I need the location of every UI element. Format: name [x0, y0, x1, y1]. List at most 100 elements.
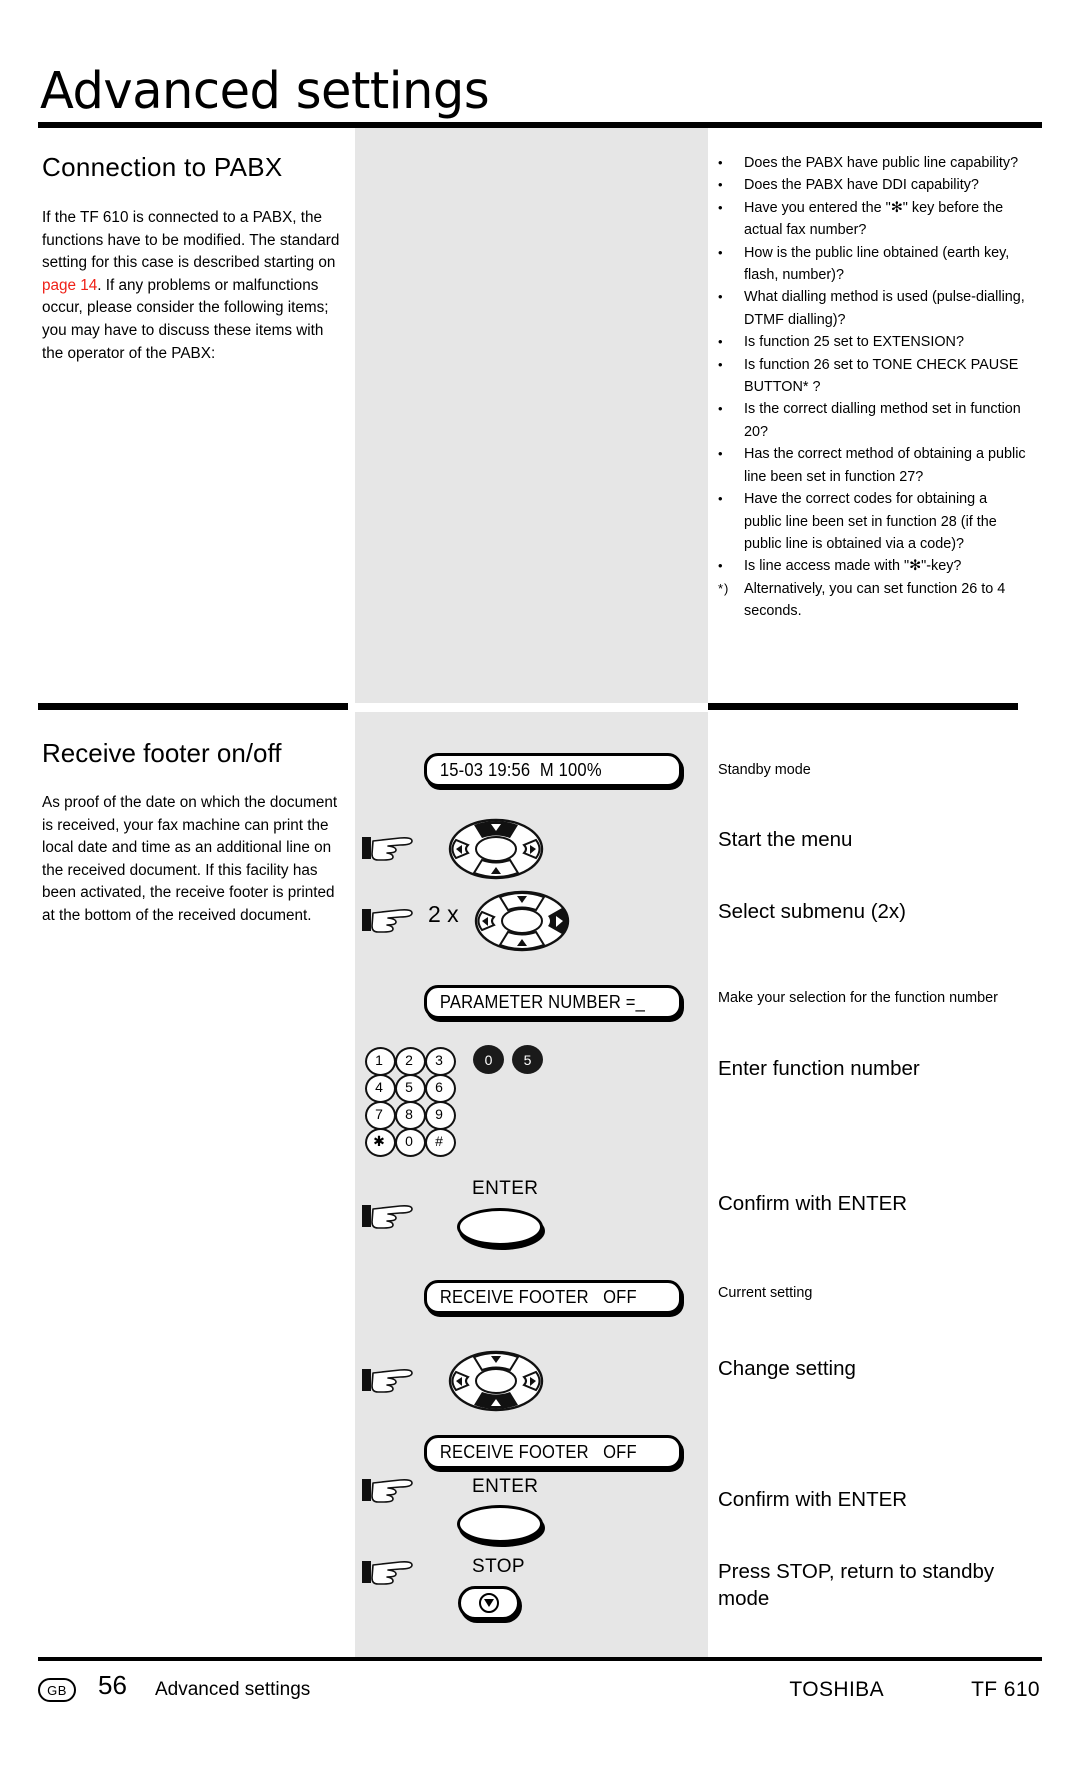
key-label: 3	[435, 1052, 443, 1068]
key-label: 7	[375, 1106, 383, 1122]
keypad-key-0[interactable]: 0	[394, 1127, 426, 1157]
key-label: 0	[405, 1133, 413, 1149]
hand-pointer-icon	[360, 1470, 418, 1510]
keypad-key-star[interactable]: ✱	[364, 1127, 396, 1157]
lcd-text: PARAMETER NUMBER =_	[439, 991, 646, 1012]
lcd-display-receive-footer-new: RECEIVE FOOTER OFF	[424, 1435, 682, 1469]
navigation-cluster-right[interactable]	[474, 890, 570, 952]
list-item: • Have you entered the "✻" key before th…	[718, 197, 1028, 242]
list-item-text: Does the PABX have public line capabilit…	[744, 155, 1019, 171]
brand-name: TOSHIBA	[789, 1678, 884, 1701]
pabx-body-part1: If the TF 610 is connected to a PABX, th…	[42, 209, 340, 272]
step-label-confirm-enter-2: Confirm with ENTER	[718, 1488, 908, 1511]
lcd-display-receive-footer-current: RECEIVE FOOTER OFF	[424, 1280, 682, 1314]
list-item: • Does the PABX have DDI capability?	[718, 174, 1028, 196]
bullet-icon: •	[718, 334, 723, 350]
keypad-highlight-key-0[interactable]: 0	[473, 1045, 504, 1074]
list-item: • Is function 25 set to EXTENSION?	[718, 331, 1028, 353]
keypad-key-5[interactable]: 5	[394, 1073, 426, 1103]
list-item: • Have the correct codes for obtaining a…	[718, 488, 1028, 555]
step-label-enter-function-number: Enter function number	[718, 1057, 920, 1080]
numeric-keypad[interactable]: 1 2 3 4 5 6 7 8 9 ✱ 0 #	[364, 1046, 456, 1157]
keypad-key-2[interactable]: 2	[394, 1046, 426, 1076]
navigation-cluster-down[interactable]	[448, 1350, 544, 1412]
pabx-checklist: • Does the PABX have public line capabil…	[718, 152, 1028, 623]
list-item: • What dialling method is used (pulse-di…	[718, 286, 1028, 331]
bullet-icon: •	[718, 177, 723, 193]
step-label-make-selection: Make your selection for the function num…	[718, 990, 998, 1006]
list-item: • Has the correct method of obtaining a …	[718, 443, 1028, 488]
hand-pointer-icon	[360, 828, 418, 868]
keypad-highlight-key-5[interactable]: 5	[512, 1045, 543, 1074]
navigation-cluster-up[interactable]	[448, 818, 544, 880]
lcd-display-parameter-number: PARAMETER NUMBER =_	[424, 985, 682, 1019]
bullet-icon: •	[718, 446, 723, 462]
page-reference-link[interactable]: page 14	[42, 277, 97, 294]
page-number: 56	[98, 1670, 127, 1700]
step-label-change-setting: Change setting	[718, 1357, 856, 1380]
hand-pointer-icon	[360, 1552, 418, 1592]
lcd-text: RECEIVE FOOTER OFF	[439, 1441, 637, 1462]
step-label-confirm-enter-1: Confirm with ENTER	[718, 1192, 908, 1215]
list-item: • Does the PABX have public line capabil…	[718, 152, 1028, 174]
list-item-text: How is the public line obtained (earth k…	[744, 244, 1010, 284]
keypad-key-hash[interactable]: #	[424, 1127, 456, 1157]
header-rule	[38, 122, 1042, 128]
keypad-key-9[interactable]: 9	[424, 1100, 456, 1130]
bullet-icon: •	[718, 491, 723, 507]
footer-rule	[38, 1657, 1042, 1661]
list-item-text: Is line access made with "✻"-key?	[744, 558, 962, 575]
footnote-marker: *)	[718, 580, 730, 596]
list-item-text: Does the PABX have DDI capability?	[744, 177, 979, 194]
footnote-text: Alternatively, you can set function 26 t…	[744, 580, 1006, 620]
bullet-icon: •	[718, 199, 723, 215]
hand-pointer-icon	[360, 1360, 418, 1400]
key-label: 5	[523, 1051, 532, 1068]
bullet-icon: •	[718, 155, 723, 170]
section-body-receive-footer: As proof of the date on which the docume…	[42, 794, 338, 924]
step-label-start-menu: Start the menu	[718, 828, 853, 851]
list-item: • Is function 26 set to TONE CHECK PAUSE…	[718, 354, 1028, 399]
key-label: 8	[405, 1106, 413, 1122]
enter-button[interactable]	[457, 1505, 543, 1543]
list-item: • How is the public line obtained (earth…	[718, 242, 1028, 287]
model-name: TF 610	[971, 1678, 1040, 1701]
bullet-icon: •	[718, 401, 723, 417]
list-item-text: Is the correct dialling method set in fu…	[744, 401, 1021, 440]
section-heading-receive-footer: Receive footer on/off	[42, 738, 282, 768]
lcd-text: RECEIVE FOOTER OFF	[439, 1286, 637, 1307]
list-item-text: Have the correct codes for obtaining a p…	[744, 491, 997, 552]
keypad-key-4[interactable]: 4	[364, 1073, 396, 1103]
list-item-text: What dialling method is used (pulse-dial…	[744, 289, 1025, 328]
key-label: 0	[484, 1051, 493, 1068]
list-item-text: Is function 25 set to EXTENSION?	[744, 334, 964, 351]
keypad-key-3[interactable]: 3	[424, 1046, 456, 1076]
bullet-icon: •	[718, 558, 723, 574]
key-label: ✱	[373, 1132, 385, 1149]
keypad-key-1[interactable]: 1	[364, 1046, 396, 1076]
step-label-standby: Standby mode	[718, 762, 811, 778]
keypad-key-7[interactable]: 7	[364, 1100, 396, 1130]
stop-button-label: STOP	[472, 1556, 525, 1577]
region-badge: GB	[38, 1678, 76, 1702]
hand-pointer-icon	[360, 900, 418, 940]
enter-button-label: ENTER	[472, 1178, 539, 1199]
gray-panel-top	[355, 128, 708, 703]
key-label: 9	[435, 1106, 443, 1122]
section-heading-pabx: Connection to PABX	[42, 152, 283, 182]
keypad-key-6[interactable]: 6	[424, 1073, 456, 1103]
footnote: *) Alternatively, you can set function 2…	[718, 578, 1028, 623]
section-rule-right	[708, 703, 1018, 710]
key-label: #	[435, 1133, 443, 1149]
enter-button[interactable]	[457, 1208, 543, 1246]
lcd-text: 15-03 19:56 M 100%	[439, 759, 602, 780]
stop-button[interactable]	[458, 1586, 520, 1620]
list-item: • Is the correct dialling method set in …	[718, 398, 1028, 443]
list-item-text: Have you entered the "✻" key before the …	[744, 199, 1004, 239]
stop-icon	[479, 1593, 499, 1613]
page-title: Advanced settings	[40, 62, 490, 121]
step-label-current-setting: Current setting	[718, 1285, 813, 1301]
key-label: 6	[435, 1079, 443, 1095]
manual-page: Advanced settings Connection to PABX If …	[0, 0, 1080, 1773]
keypad-key-8[interactable]: 8	[394, 1100, 426, 1130]
